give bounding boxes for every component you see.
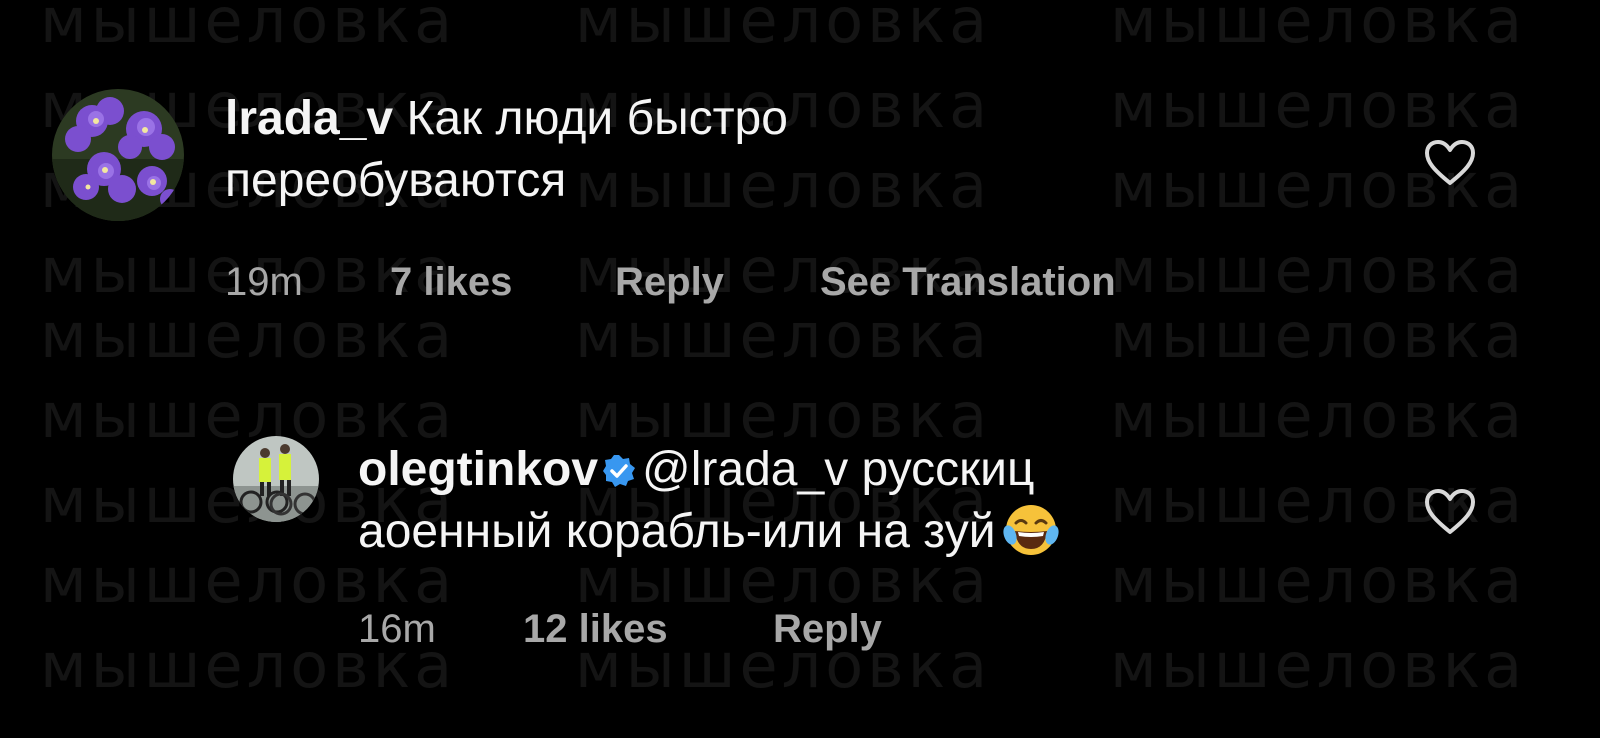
comment-text-line: русскиц <box>861 443 1035 496</box>
comment-text-line: переобуваются <box>225 154 567 207</box>
comment-text: lrada_v Как люди быстро переобуваются <box>225 88 1325 212</box>
avatar[interactable] <box>52 89 184 221</box>
username[interactable]: olegtinkov <box>358 443 598 496</box>
timestamp: 19m <box>225 260 303 304</box>
purple-flowers-avatar-icon <box>52 89 184 221</box>
like-heart-icon[interactable] <box>1424 489 1476 535</box>
tears-of-joy-emoji-icon <box>1002 505 1059 555</box>
cyclists-avatar-icon <box>233 436 319 522</box>
avatar[interactable] <box>233 436 319 522</box>
like-heart-icon[interactable] <box>1424 140 1476 186</box>
comment-meta: 19m 7 likes Reply See Translation <box>225 260 1325 306</box>
likes-count[interactable]: 12 likes <box>523 607 668 652</box>
comment: olegtinkov @lrada_v русскиц аоенный кора… <box>0 400 1600 700</box>
reply-button[interactable]: Reply <box>773 607 882 652</box>
see-translation-button[interactable]: See Translation <box>820 260 1116 305</box>
comment: lrada_v Как люди быстро переобуваются 19… <box>0 0 1600 330</box>
comment-meta: 16m 12 likes Reply <box>358 607 1358 653</box>
comment-text-line: аоенный корабль-или на зуй <box>358 505 996 558</box>
mention-link[interactable]: @lrada_v <box>642 443 848 496</box>
comment-text: olegtinkov @lrada_v русскиц аоенный кора… <box>358 439 1408 563</box>
reply-button[interactable]: Reply <box>615 260 724 305</box>
verified-badge-icon <box>603 455 636 487</box>
likes-count[interactable]: 7 likes <box>390 260 512 305</box>
username[interactable]: lrada_v <box>225 92 393 145</box>
comment-text-line: Как люди быстро <box>406 92 788 145</box>
timestamp: 16m <box>358 607 436 651</box>
